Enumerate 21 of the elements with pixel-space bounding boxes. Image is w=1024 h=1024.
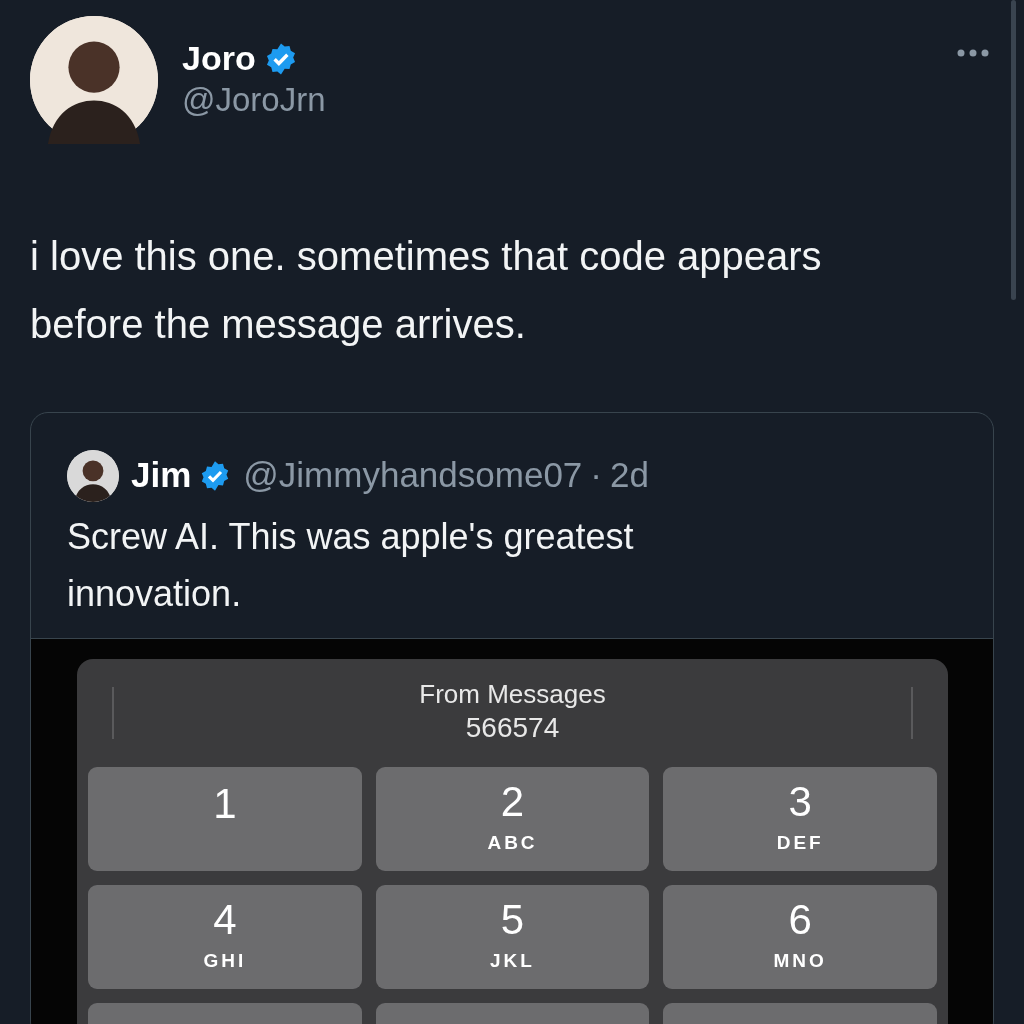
post-text: i love this one. sometimes that code appears before the message arrives. [30,233,823,348]
post-time: 2d [609,454,649,497]
avatar[interactable] [67,449,119,502]
more-icon[interactable] [956,48,990,58]
quoted-text: Screw AI. This was apple's greatest innovation. [66,515,635,616]
scrollbar[interactable] [1011,0,1016,300]
avatar[interactable] [30,16,158,144]
author-handle[interactable]: @JoroJrn [182,78,326,122]
suggestion-code[interactable]: 566574 [465,710,560,747]
separator: · [590,454,602,497]
quoted-post[interactable]: Jim @Jimmyhandsome07 · 2d Screw AI. This was apple's greatest innovation. From Messages 566574 1 2 ABC 3 DEF 4 GHI 5 JKL 6 MNO [30,412,994,1024]
keyboard-key[interactable]: 2 ABC [375,767,650,871]
keyboard-key[interactable]: 3 DEF [663,767,937,871]
keyboard-key[interactable]: 4 GHI [88,885,362,989]
author-name[interactable]: Jim [131,449,192,502]
author-handle[interactable]: @Jimmyhandsome07 [243,449,583,502]
keyboard-key[interactable]: 5 JKL [375,885,650,989]
author-name[interactable]: Joro [182,38,256,79]
suggestion-label[interactable]: From Messages [419,679,606,711]
keyboard-key[interactable]: 6 MNO [663,885,937,989]
keyboard-key[interactable]: 1 [88,767,362,871]
